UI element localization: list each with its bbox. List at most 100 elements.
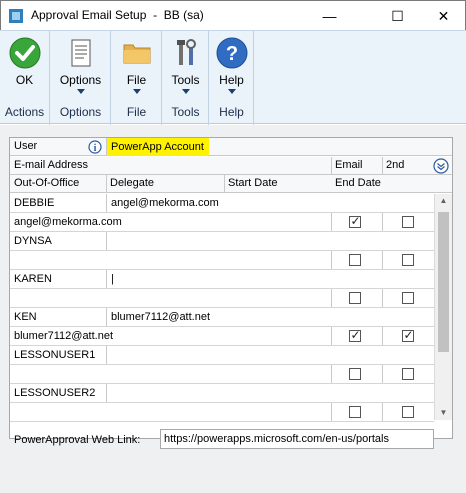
- svg-text:i: i: [94, 143, 97, 154]
- folder-icon: [123, 44, 150, 64]
- second-checkbox[interactable]: [402, 328, 414, 342]
- chevron-down-icon: [132, 89, 141, 94]
- powerapp-account-field[interactable]: [107, 232, 434, 250]
- header-delegate: Delegate: [106, 175, 224, 193]
- email-address-field[interactable]: angel@mekorma.com: [10, 213, 331, 231]
- email-address-field[interactable]: [10, 251, 331, 269]
- file-button[interactable]: File: [112, 31, 161, 99]
- powerapp-account-field[interactable]: blumer7112@att.net: [107, 308, 434, 326]
- help-label: Help: [219, 73, 244, 87]
- file-label: File: [126, 73, 147, 87]
- ribbon-group-file: File File: [112, 31, 162, 125]
- powerapp-account-field[interactable]: [107, 384, 434, 402]
- user-grid: User i PowerApp Account E-mail Address E…: [9, 137, 453, 439]
- powerapp-account-field[interactable]: [107, 346, 434, 364]
- chevron-down-icon: [76, 89, 85, 94]
- divider: [382, 403, 383, 422]
- divider: [382, 251, 383, 270]
- ribbon: OK Actions Options Options File File Too…: [0, 30, 466, 125]
- divider: [382, 289, 383, 308]
- ribbon-group-tools: Tools Tools: [163, 31, 209, 125]
- tools-label: Tools: [171, 73, 200, 87]
- options-label: Options: [59, 73, 102, 87]
- window-title: Approval Email Setup - BB (sa): [31, 8, 204, 22]
- email-checkbox[interactable]: [349, 368, 361, 380]
- user-id-cell: DEBBIE: [14, 197, 55, 209]
- ribbon-group-actions: OK Actions: [0, 31, 50, 125]
- header-powerapp-account: PowerApp Account: [107, 138, 209, 156]
- ribbon-group-options: Options Options: [51, 31, 111, 125]
- group-label-actions: Actions: [4, 105, 45, 119]
- divider: [331, 251, 332, 270]
- check-icon: [9, 37, 40, 69]
- ok-label: OK: [15, 73, 34, 87]
- header-out-of-office: Out-Of-Office: [10, 175, 106, 193]
- divider: [106, 138, 107, 156]
- email-checkbox[interactable]: [349, 406, 361, 418]
- scroll-up-icon[interactable]: ▲: [435, 194, 452, 208]
- email-address-field[interactable]: [10, 365, 331, 383]
- weblink-label: PowerApproval Web Link:: [14, 434, 141, 446]
- divider: [382, 213, 383, 232]
- group-label-help: Help: [219, 105, 244, 119]
- chevron-down-icon: [181, 89, 190, 94]
- divider: [382, 365, 383, 384]
- email-address-field[interactable]: [10, 403, 331, 421]
- header-start-date: Start Date: [224, 175, 331, 193]
- group-label-tools: Tools: [171, 105, 200, 119]
- second-checkbox[interactable]: [402, 292, 414, 304]
- email-checkbox[interactable]: [349, 328, 361, 342]
- second-checkbox[interactable]: [402, 406, 414, 418]
- document-icon: [71, 39, 90, 67]
- user-id-cell: KAREN: [14, 273, 52, 285]
- chevron-down-icon: [227, 89, 236, 94]
- divider: [331, 289, 332, 308]
- scroll-thumb[interactable]: [438, 212, 449, 352]
- header-end-date: End Date: [331, 175, 452, 193]
- second-checkbox[interactable]: [402, 368, 414, 380]
- divider: [331, 403, 332, 422]
- divider: [224, 175, 225, 193]
- help-icon: ?: [216, 37, 247, 69]
- user-id-cell: LESSONUSER2: [14, 387, 96, 399]
- powerapp-account-field[interactable]: |: [107, 270, 434, 288]
- email-checkbox[interactable]: [349, 214, 361, 228]
- scroll-down-icon[interactable]: ▼: [435, 406, 452, 420]
- email-address-field[interactable]: [10, 289, 331, 307]
- tools-icon: [176, 39, 196, 65]
- row-divider: [10, 421, 434, 422]
- svg-text:?: ?: [225, 43, 237, 65]
- second-checkbox[interactable]: [402, 216, 414, 228]
- options-button[interactable]: Options: [51, 31, 110, 99]
- user-id-cell: DYNSA: [14, 235, 52, 247]
- app-icon: [9, 9, 23, 23]
- content-area: User i PowerApp Account E-mail Address E…: [0, 125, 466, 493]
- divider: [331, 213, 332, 232]
- header-email-address: E-mail Address: [10, 157, 331, 175]
- info-icon[interactable]: i: [88, 140, 102, 154]
- expand-icon[interactable]: [433, 158, 449, 174]
- close-button[interactable]: ✕: [421, 1, 466, 31]
- second-checkbox[interactable]: [402, 254, 414, 266]
- help-button[interactable]: ? Help: [210, 31, 253, 99]
- user-id-cell: KEN: [14, 311, 37, 323]
- ribbon-group-help: ? Help Help: [210, 31, 254, 125]
- vertical-scrollbar[interactable]: ▲ ▼: [434, 194, 452, 420]
- maximize-button[interactable]: ☐: [375, 1, 420, 31]
- email-address-field[interactable]: blumer7112@att.net: [10, 327, 331, 345]
- group-label-options: Options: [59, 105, 102, 119]
- powerapp-account-field[interactable]: angel@mekorma.com: [107, 194, 434, 212]
- group-label-file: File: [126, 105, 147, 119]
- header-email: Email: [331, 157, 382, 175]
- email-checkbox[interactable]: [349, 254, 361, 266]
- tools-button[interactable]: Tools: [163, 31, 208, 99]
- divider: [331, 365, 332, 384]
- email-checkbox[interactable]: [349, 292, 361, 304]
- weblink-input[interactable]: https://powerapps.microsoft.com/en-us/po…: [160, 429, 434, 449]
- minimize-button[interactable]: —: [307, 1, 352, 31]
- title-bar: Approval Email Setup - BB (sa) — ☐ ✕: [0, 0, 466, 30]
- ok-button[interactable]: OK: [0, 31, 49, 99]
- divider: [382, 327, 383, 346]
- user-id-cell: LESSONUSER1: [14, 349, 96, 361]
- divider: [106, 175, 107, 193]
